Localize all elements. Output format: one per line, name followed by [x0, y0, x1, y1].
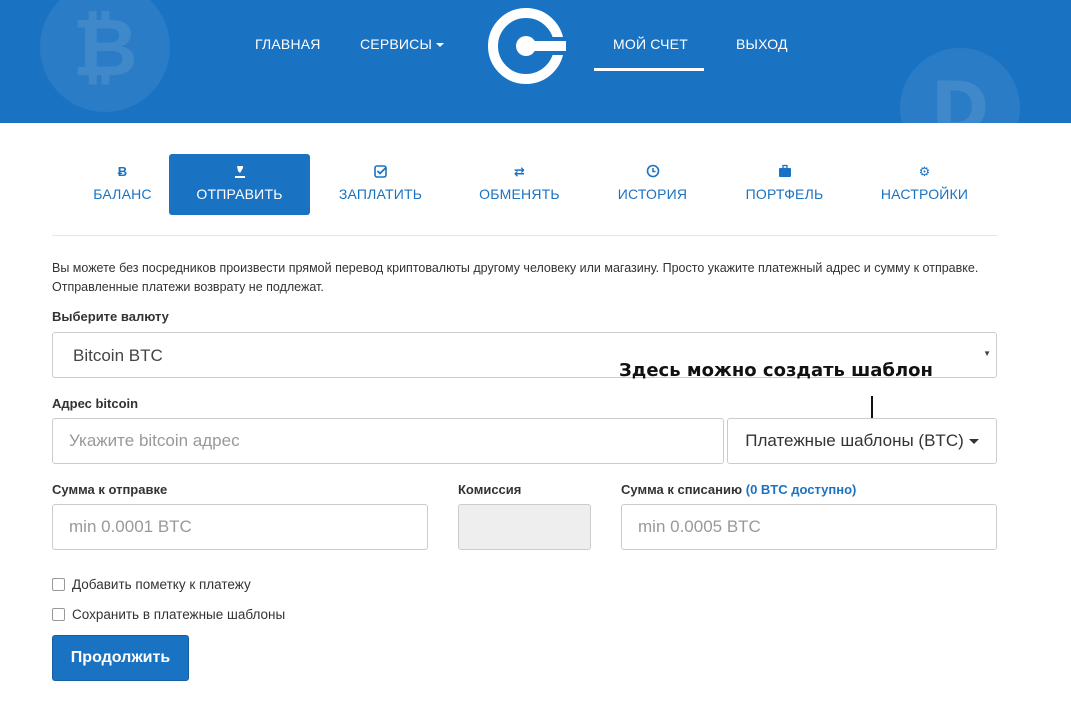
- tab-history[interactable]: ИСТОРИЯ: [582, 154, 723, 215]
- coin-watermark-icon: D: [900, 48, 1020, 123]
- exchange-icon: ⇄: [514, 164, 525, 179]
- fee-label: Комиссия: [458, 482, 522, 497]
- tab-settings[interactable]: ⚙ НАСТРОЙКИ: [854, 154, 995, 215]
- tab-label: ОТПРАВИТЬ: [196, 186, 283, 202]
- continue-button[interactable]: Продолжить: [52, 635, 189, 681]
- currency-label: Выберите валюту: [52, 309, 169, 324]
- chevron-down-icon: [436, 43, 445, 48]
- debit-label: Сумма к списанию (0 BTC доступно): [621, 482, 856, 497]
- currency-selected-value: Bitcoin BTC: [73, 346, 163, 365]
- save-template-row: Сохранить в платежные шаблоны: [52, 607, 285, 622]
- nav-services-label: СЕРВИСЫ: [360, 36, 433, 52]
- add-note-label[interactable]: Добавить пометку к платежу: [72, 577, 251, 592]
- tab-label: ЗАПЛАТИТЬ: [338, 186, 423, 202]
- tabs-divider: [52, 235, 997, 236]
- tab-label: ПОРТФЕЛЬ: [745, 186, 824, 202]
- clock-icon: [582, 164, 723, 180]
- tab-exchange[interactable]: ⇄ ОБМЕНЯТЬ: [449, 154, 590, 215]
- tab-label: НАСТРОЙКИ: [880, 186, 969, 202]
- checkbox-icon: [310, 164, 451, 180]
- debit-label-text: Сумма к списанию: [621, 482, 743, 497]
- briefcase-icon: [714, 164, 855, 180]
- site-header: ₿ D ГЛАВНАЯ СЕРВИСЫ МОЙ СЧЕТ ВЫХОД: [0, 0, 1071, 123]
- dropdown-arrow-icon: ▼: [983, 349, 991, 358]
- payment-templates-button[interactable]: Платежные шаблоны (BTC): [727, 418, 997, 464]
- amount-input[interactable]: [52, 504, 428, 550]
- tab-label: ОБМЕНЯТЬ: [479, 186, 560, 202]
- address-label: Адрес bitcoin: [52, 396, 139, 411]
- send-icon: [169, 164, 310, 180]
- available-balance-link[interactable]: (0 BTC доступно): [746, 482, 857, 497]
- add-note-checkbox[interactable]: [52, 578, 65, 591]
- tab-portfolio[interactable]: ПОРТФЕЛЬ: [714, 154, 855, 215]
- address-input[interactable]: [52, 418, 724, 464]
- gear-icon: ⚙: [918, 164, 931, 179]
- add-note-row: Добавить пометку к платежу: [52, 577, 251, 592]
- save-template-checkbox[interactable]: [52, 608, 65, 621]
- tab-send[interactable]: ОТПРАВИТЬ: [169, 154, 310, 215]
- tab-label: ИСТОРИЯ: [617, 186, 688, 202]
- amount-label: Сумма к отправке: [52, 482, 168, 497]
- nav-account[interactable]: МОЙ СЧЕТ: [613, 36, 688, 52]
- chevron-down-icon: [968, 438, 979, 444]
- nav-active-indicator: [594, 68, 704, 71]
- nav-home[interactable]: ГЛАВНАЯ: [255, 36, 321, 52]
- save-template-label[interactable]: Сохранить в платежные шаблоны: [72, 607, 285, 622]
- annotation-text: Здесь можно создать шаблон: [619, 360, 933, 381]
- nav-logout[interactable]: ВЫХОД: [736, 36, 788, 52]
- debit-amount-input[interactable]: [621, 504, 997, 550]
- account-tabs: Ƀ БАЛАНС ОТПРАВИТЬ ЗАПЛАТИТЬ ⇄ ОБМЕНЯТЬ …: [52, 154, 997, 216]
- tab-pay[interactable]: ЗАПЛАТИТЬ: [310, 154, 451, 215]
- nav-services[interactable]: СЕРВИСЫ: [360, 36, 445, 52]
- payment-templates-label: Платежные шаблоны (BTC): [745, 431, 964, 450]
- bitcoin-watermark-icon: ₿: [40, 0, 170, 112]
- send-intro-text: Вы можете без посредников произвести пря…: [52, 261, 979, 294]
- fee-input: [458, 504, 591, 550]
- logo-icon[interactable]: [484, 4, 568, 88]
